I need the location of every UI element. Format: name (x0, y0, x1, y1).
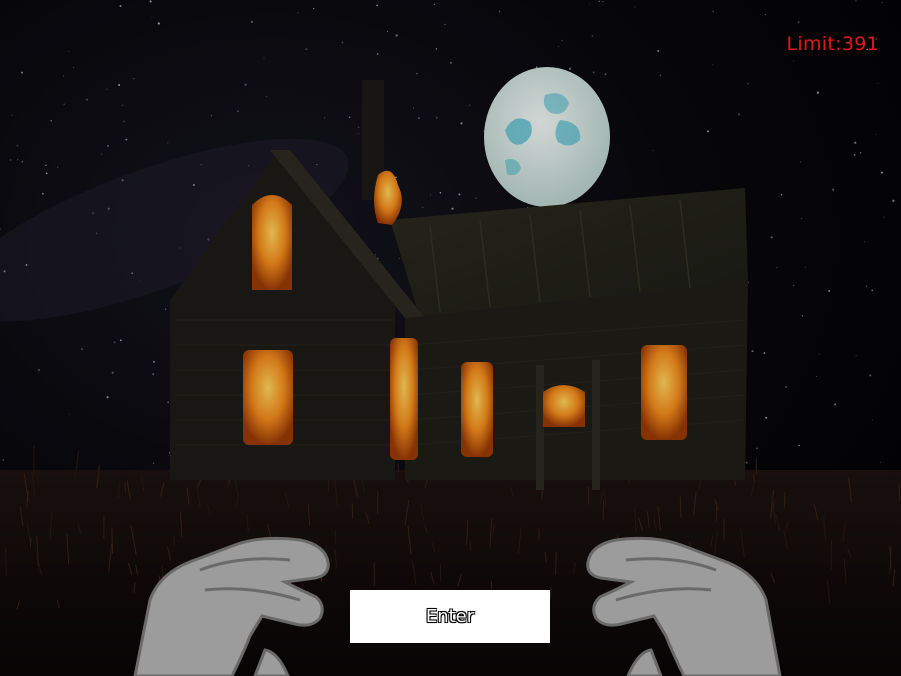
enter-button[interactable]: Enter (350, 590, 550, 643)
limit-counter: Limit:391 (787, 33, 879, 55)
haunted-house-scene (0, 0, 901, 676)
limit-label: Limit: (786, 33, 842, 55)
game-stage: Limit:391 Enter (0, 0, 901, 676)
limit-value: 391 (841, 33, 879, 55)
